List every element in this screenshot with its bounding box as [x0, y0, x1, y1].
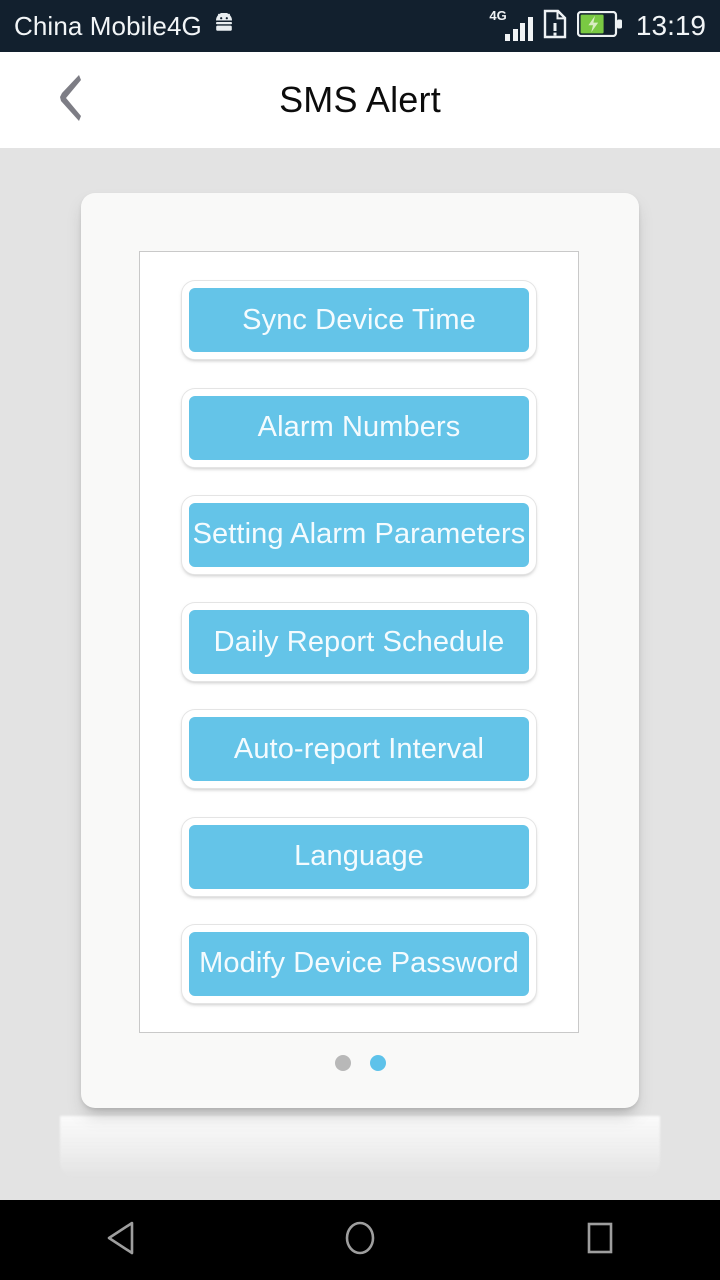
content-area: Sync Device Time Alarm Numbers Setting A… [0, 148, 720, 1200]
menu-button-panel: Sync Device Time Alarm Numbers Setting A… [139, 251, 579, 1033]
status-bar: China Mobile4G 4G 13:19 [0, 0, 720, 52]
alarm-numbers-button[interactable]: Alarm Numbers [182, 388, 536, 467]
app-header: SMS Alert [0, 52, 720, 148]
triangle-back-icon [101, 1218, 139, 1263]
status-bar-right: 4G 13:19 [489, 9, 706, 44]
chevron-left-icon [51, 72, 91, 129]
auto-report-interval-button[interactable]: Auto-report Interval [182, 710, 536, 789]
battery-charging-icon [576, 10, 623, 42]
android-nav-bar [0, 1200, 720, 1280]
signal-bars-icon: 4G [489, 9, 533, 41]
android-robot-icon [211, 12, 237, 40]
modify-device-password-button[interactable]: Modify Device Password [182, 924, 536, 1003]
clock-label: 13:19 [635, 10, 706, 41]
sim-card-alert-icon [543, 9, 567, 44]
network-type-label: 4G [489, 8, 507, 23]
phone-screen: China Mobile4G 4G 13:19 SMS Alert Sync D… [0, 0, 720, 1280]
daily-report-schedule-button[interactable]: Daily Report Schedule [182, 603, 536, 681]
status-bar-left: China Mobile4G [14, 11, 237, 41]
language-button[interactable]: Language [182, 817, 536, 896]
signal-bar-group [505, 17, 533, 41]
nav-home-button[interactable] [295, 1200, 425, 1280]
back-button[interactable] [28, 57, 114, 143]
circle-home-icon [340, 1216, 380, 1265]
setting-alarm-parameters-button[interactable]: Setting Alarm Parameters [182, 495, 536, 574]
device-card: Sync Device Time Alarm Numbers Setting A… [81, 193, 639, 1108]
sync-device-time-button[interactable]: Sync Device Time [182, 281, 536, 360]
page-dot-2[interactable] [369, 1055, 386, 1071]
carrier-label: China Mobile4G [14, 11, 202, 41]
card-reflection [60, 1116, 660, 1178]
page-indicator [81, 1055, 639, 1071]
nav-back-button[interactable] [55, 1200, 185, 1280]
page-dot-1[interactable] [334, 1055, 351, 1071]
nav-recents-button[interactable] [535, 1200, 665, 1280]
square-recents-icon [581, 1218, 619, 1263]
